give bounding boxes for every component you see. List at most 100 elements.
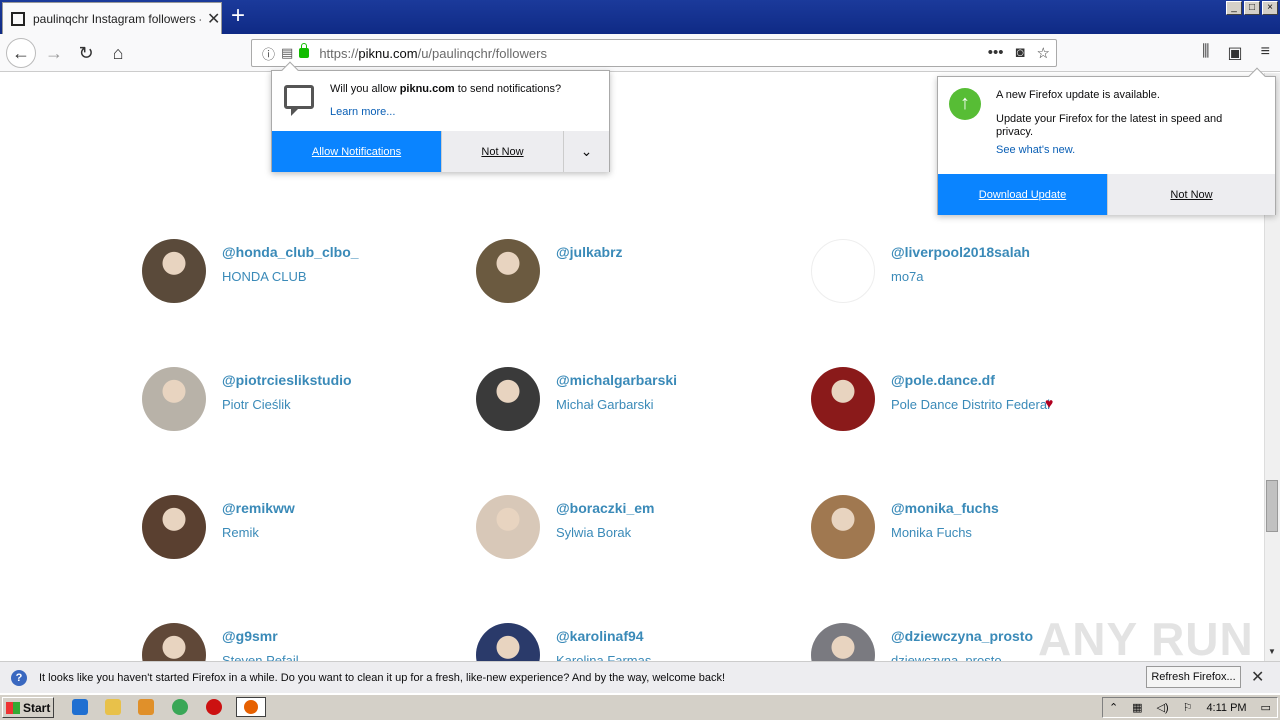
show-desktop-icon[interactable]: ▭: [1261, 701, 1271, 714]
ie-icon[interactable]: [72, 699, 88, 715]
follower-card[interactable]: @g9smr Steven Pefail: [142, 623, 462, 661]
follower-card[interactable]: @pole.dance.df Pole Dance Distrito Federa…: [811, 367, 1131, 437]
follower-handle[interactable]: @honda_club_clbo_: [222, 244, 359, 260]
follower-name: Sylwia Borak: [556, 525, 632, 540]
forward-button[interactable]: →: [40, 39, 68, 67]
follower-handle[interactable]: @monika_fuchs: [891, 500, 999, 516]
follower-name: Remik: [222, 525, 259, 540]
url-bar[interactable]: ⓘ ▤ https://piknu.com/u/paulinqchr/follo…: [251, 39, 1057, 67]
tab-close-icon[interactable]: ✕: [207, 9, 220, 29]
avatar[interactable]: [142, 239, 206, 303]
avatar[interactable]: [476, 367, 540, 431]
minimize-button[interactable]: _: [1226, 1, 1242, 15]
update-not-now-button[interactable]: Not Now: [1107, 174, 1275, 215]
follower-card[interactable]: @honda_club_clbo_ HONDA CLUB: [142, 239, 462, 309]
new-tab-button[interactable]: +: [231, 4, 245, 28]
follower-handle[interactable]: @dziewczyna_prosto: [891, 628, 1033, 644]
tray-expand-icon[interactable]: ⌃: [1109, 701, 1118, 714]
media-player-icon[interactable]: [138, 699, 154, 715]
scroll-down-icon[interactable]: ▼: [1266, 647, 1278, 659]
follower-handle[interactable]: @pole.dance.df: [891, 372, 995, 388]
network-icon[interactable]: ▦: [1132, 701, 1142, 714]
avatar[interactable]: [476, 495, 540, 559]
follower-handle[interactable]: @boraczki_em: [556, 500, 654, 516]
not-now-button[interactable]: Not Now: [441, 131, 563, 172]
update-arrow-icon: ↑: [949, 88, 981, 120]
tab-active[interactable]: paulinqchr Instagram followers - Pi ✕: [2, 2, 222, 34]
avatar[interactable]: [142, 623, 206, 661]
taskbar: Start ⌃ ▦ ◁) ⚐ 4:11 PM ▭: [0, 694, 1280, 720]
whats-new-link[interactable]: See what's new.: [996, 144, 1075, 156]
arrow-right-icon: →: [45, 42, 63, 63]
menu-hamburger-icon[interactable]: ≡: [1261, 43, 1270, 63]
refresh-firefox-button[interactable]: Refresh Firefox...: [1146, 666, 1241, 688]
page-actions-icon[interactable]: •••: [988, 44, 1004, 62]
url-text[interactable]: https://piknu.com/u/paulinqchr/followers: [319, 46, 547, 61]
maximize-button[interactable]: □: [1244, 1, 1260, 15]
follower-name: Steven Pefail: [222, 653, 299, 661]
navigation-toolbar: ← → ↻ ⌂ ⓘ ▤ https://piknu.com/u/paulinqc…: [0, 34, 1280, 72]
follower-handle[interactable]: @julkabrz: [556, 244, 623, 260]
back-button[interactable]: ←: [6, 38, 36, 68]
clock[interactable]: 4:11 PM: [1206, 702, 1246, 714]
flag-icon[interactable]: ⚐: [1183, 701, 1193, 714]
library-icon[interactable]: ⫼: [1202, 43, 1209, 63]
follower-card[interactable]: @julkabrz: [476, 239, 796, 309]
windows-flag-icon: [6, 701, 20, 714]
info-icon[interactable]: ⓘ: [262, 44, 275, 63]
follower-handle[interactable]: @karolinaf94: [556, 628, 644, 644]
volume-icon[interactable]: ◁): [1157, 701, 1169, 714]
follower-handle[interactable]: @g9smr: [222, 628, 278, 644]
heart-icon: ♥: [1045, 395, 1054, 411]
start-button[interactable]: Start: [2, 697, 54, 718]
update-available-popup: ↑ A new Firefox update is available. Upd…: [937, 67, 1276, 215]
notification-bar: ? It looks like you haven't started Fire…: [0, 661, 1280, 693]
avatar[interactable]: [811, 495, 875, 559]
follower-card[interactable]: @karolinaf94 Karolina Farmas: [476, 623, 796, 661]
window-controls: _ □ ×: [1226, 1, 1278, 15]
url-scheme: https://: [319, 45, 359, 61]
firefox-taskbar-button[interactable]: [236, 697, 266, 717]
reload-button[interactable]: ↻: [72, 39, 100, 67]
pocket-icon[interactable]: ◙: [1015, 44, 1024, 62]
chevron-down-icon[interactable]: ⌄: [563, 131, 609, 172]
avatar[interactable]: [142, 367, 206, 431]
notification-permission-icon[interactable]: ▤: [281, 45, 293, 61]
follower-handle[interactable]: @michalgarbarski: [556, 372, 677, 388]
follower-name: Michał Garbarski: [556, 397, 654, 412]
follower-card[interactable]: @michalgarbarski Michał Garbarski: [476, 367, 796, 437]
learn-more-link[interactable]: Learn more...: [330, 106, 395, 118]
avatar[interactable]: [476, 623, 540, 661]
follower-card[interactable]: @liverpool2018salah mo7a: [811, 239, 1131, 309]
scrollbar-thumb[interactable]: [1266, 480, 1278, 532]
firefox-icon: [244, 700, 258, 714]
allow-notifications-button[interactable]: Allow Notifications: [272, 131, 441, 172]
chrome-icon[interactable]: [172, 699, 188, 715]
follower-card[interactable]: @remikww Remik: [142, 495, 462, 565]
avatar[interactable]: [811, 623, 875, 661]
follower-card[interactable]: @piotrcieslikstudio Piotr Cieślik: [142, 367, 462, 437]
bookmark-star-icon[interactable]: ☆: [1037, 44, 1050, 62]
lock-icon: [299, 43, 310, 58]
question-icon: ?: [11, 669, 27, 686]
explorer-icon[interactable]: [105, 699, 121, 715]
follower-handle[interactable]: @remikww: [222, 500, 295, 516]
follower-handle[interactable]: @piotrcieslikstudio: [222, 372, 352, 388]
avatar[interactable]: [142, 495, 206, 559]
download-update-button[interactable]: Download Update: [938, 174, 1107, 215]
sidebar-icon[interactable]: ▣: [1228, 43, 1243, 63]
follower-card[interactable]: @boraczki_em Sylwia Borak: [476, 495, 796, 565]
follower-card[interactable]: @monika_fuchs Monika Fuchs: [811, 495, 1131, 565]
avatar[interactable]: [811, 239, 875, 303]
follower-name: Piotr Cieślik: [222, 397, 291, 412]
close-icon[interactable]: ✕: [1251, 667, 1264, 687]
follower-name: Pole Dance Distrito Federal: [891, 397, 1050, 412]
avatar[interactable]: [811, 367, 875, 431]
follower-name: mo7a: [891, 269, 924, 284]
close-window-button[interactable]: ×: [1262, 1, 1278, 15]
url-path: /u/paulinqchr/followers: [417, 45, 547, 61]
home-button[interactable]: ⌂: [104, 39, 132, 67]
avatar[interactable]: [476, 239, 540, 303]
opera-icon[interactable]: [206, 699, 222, 715]
follower-handle[interactable]: @liverpool2018salah: [891, 244, 1030, 260]
